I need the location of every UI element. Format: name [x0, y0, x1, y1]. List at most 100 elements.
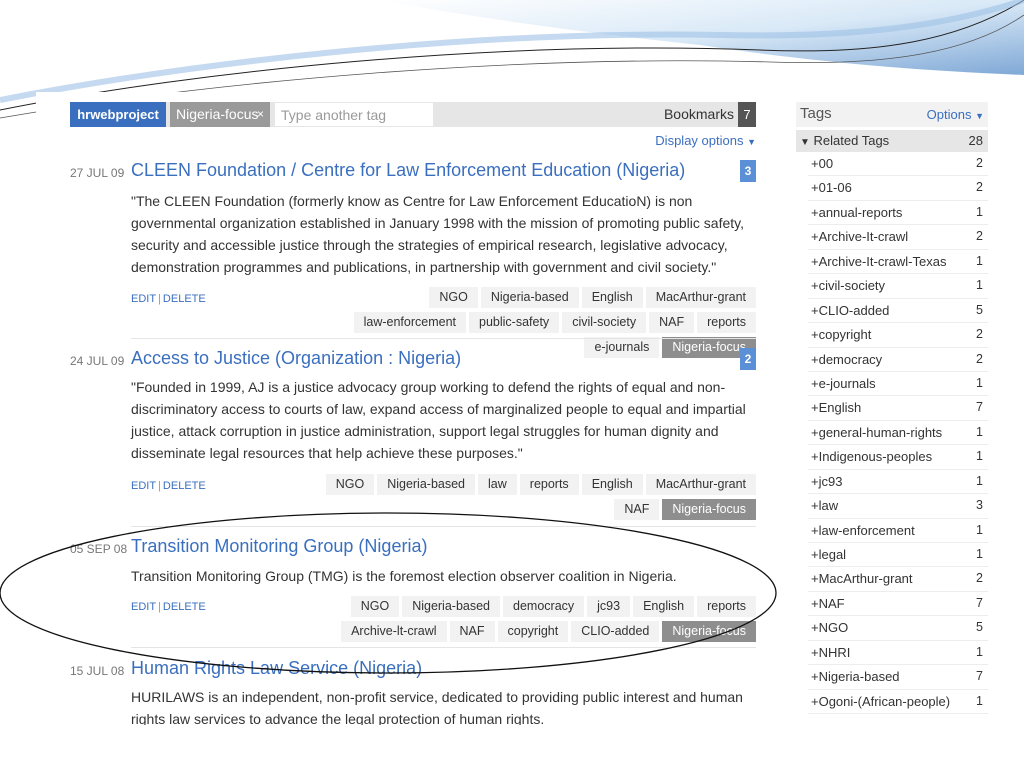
tag-chip[interactable]: NGO: [325, 474, 375, 495]
tag-chip[interactable]: NAF: [614, 499, 660, 520]
post-saves-count[interactable]: 3: [740, 160, 756, 182]
tag-chip[interactable]: copyright: [497, 621, 569, 642]
related-tag-item[interactable]: +Nigeria-based 7: [808, 665, 988, 690]
post-saves-count[interactable]: 2: [740, 348, 756, 370]
plus-icon: +: [811, 375, 819, 391]
post-divider: [131, 526, 756, 527]
related-tag-label: 00: [818, 156, 834, 171]
post-title-link[interactable]: Human Rights Law Service (Nigeria): [131, 658, 422, 679]
related-tag-name: +English: [811, 400, 861, 415]
related-tag-count: 2: [976, 351, 983, 366]
post-title-link[interactable]: Access to Justice (Organization : Nigeri…: [131, 348, 461, 369]
related-tag-item[interactable]: +00 2: [808, 152, 988, 177]
related-tags-header[interactable]: ▼ Related Tags 28: [796, 130, 988, 152]
related-tag-item[interactable]: +civil-society 1: [808, 274, 988, 299]
user-crumb[interactable]: hrwebproject: [70, 102, 166, 127]
related-tag-count: 1: [976, 547, 983, 561]
delete-link[interactable]: DELETE: [163, 480, 206, 492]
related-tag-name: +Nigeria-based: [811, 669, 900, 684]
related-tag-item[interactable]: +general-human-rights 1: [808, 421, 988, 446]
tag-chip[interactable]: CLIO-added: [571, 621, 660, 642]
related-tag-count: 5: [976, 620, 983, 635]
tag-chip[interactable]: Nigeria-based: [402, 596, 501, 617]
related-tag-item[interactable]: +Archive-It-crawl-Texas 1: [808, 250, 988, 275]
tags-options-link[interactable]: Options ▼: [927, 107, 984, 122]
related-tag-item[interactable]: +law 3: [808, 494, 988, 519]
related-tag-item[interactable]: +copyright 2: [808, 323, 988, 348]
tag-chip[interactable]: reports: [697, 596, 756, 617]
related-tag-item[interactable]: +Archive-It-crawl 2: [808, 225, 988, 250]
tags-sidebar-header: Tags Options ▼: [796, 102, 988, 127]
related-tag-item[interactable]: +legal 1: [808, 543, 988, 568]
display-options-link[interactable]: Display options ▼: [655, 133, 756, 148]
tag-chip[interactable]: NAF: [449, 621, 495, 642]
tag-chip[interactable]: NAF: [649, 312, 695, 333]
related-tag-label: law: [818, 498, 839, 514]
post-description: "Founded in 1999, AJ is a justice advoca…: [131, 379, 746, 461]
related-tag-count: 1: [976, 644, 983, 659]
related-tag-item[interactable]: +democracy 2: [808, 348, 988, 372]
close-icon[interactable]: ×: [257, 102, 264, 127]
tag-chip-active[interactable]: Nigeria-focus: [662, 621, 756, 642]
related-tag-item[interactable]: +CLIO-added 5: [808, 299, 988, 324]
tag-chip[interactable]: democracy: [503, 596, 585, 617]
tag-chip[interactable]: MacArthur-grant: [645, 287, 756, 308]
related-tag-label: NGO: [818, 620, 849, 636]
bookmark-post-2: 24 JUL 09 Access to Justice (Organizatio…: [70, 348, 756, 528]
tag-chip[interactable]: Archive-lt-crawl: [341, 621, 447, 642]
tag-breadcrumb-bar: hrwebproject Nigeria-focus × Type anothe…: [70, 102, 756, 127]
plus-icon: +: [811, 669, 819, 685]
post-actions: EDIT | DELETE: [131, 480, 206, 492]
post-title-link[interactable]: CLEEN Foundation / Centre for Law Enforc…: [131, 160, 685, 181]
plus-icon: +: [811, 449, 819, 465]
edit-link[interactable]: EDIT: [131, 293, 156, 305]
active-tag-crumb[interactable]: Nigeria-focus ×: [170, 102, 270, 127]
tag-chip[interactable]: civil-society: [562, 312, 647, 333]
post-actions: EDIT | DELETE: [131, 601, 206, 613]
plus-icon: +: [811, 620, 819, 636]
plus-icon: +: [811, 644, 819, 660]
related-tag-item[interactable]: +annual-reports 1: [808, 201, 988, 226]
delete-link[interactable]: DELETE: [163, 293, 206, 305]
display-options-label: Display options: [655, 133, 744, 148]
related-tag-item[interactable]: +e-journals 1: [808, 372, 988, 397]
post-actions: EDIT | DELETE: [131, 293, 206, 305]
tag-chip[interactable]: NGO: [350, 596, 400, 617]
plus-icon: +: [811, 571, 819, 587]
related-tag-item[interactable]: +law-enforcement 1: [808, 519, 988, 543]
plus-icon: +: [811, 278, 819, 294]
related-tag-item[interactable]: +NHRI 1: [808, 641, 988, 666]
tag-chip[interactable]: public-safety: [469, 312, 560, 333]
related-tag-name: +Archive-It-crawl-Texas: [811, 254, 946, 269]
related-tag-name: +NHRI: [811, 645, 850, 660]
tag-chip[interactable]: law: [478, 474, 517, 495]
tag-chip[interactable]: English: [633, 596, 695, 617]
related-tag-item[interactable]: +01-06 2: [808, 176, 988, 201]
tag-chip[interactable]: English: [581, 474, 643, 495]
related-tag-item[interactable]: +MacArthur-grant 2: [808, 567, 988, 592]
tag-chip[interactable]: Nigeria-based: [377, 474, 476, 495]
delete-link[interactable]: DELETE: [163, 601, 206, 613]
tag-chip[interactable]: Nigeria-based: [480, 287, 579, 308]
post-title-link[interactable]: Transition Monitoring Group (Nigeria): [131, 536, 427, 557]
related-tag-item[interactable]: +NAF 7: [808, 592, 988, 617]
related-tag-item[interactable]: +jc93 1: [808, 470, 988, 495]
tag-chip[interactable]: reports: [697, 312, 756, 333]
related-tag-item[interactable]: +NGO 5: [808, 616, 988, 641]
tag-input[interactable]: Type another tag: [274, 102, 434, 127]
tag-chip[interactable]: reports: [519, 474, 579, 495]
related-tag-item[interactable]: +English 7: [808, 396, 988, 421]
tag-chip-active[interactable]: Nigeria-focus: [662, 499, 756, 520]
edit-link[interactable]: EDIT: [131, 480, 156, 492]
related-tag-name: +00: [811, 156, 833, 171]
tag-chip[interactable]: MacArthur-grant: [645, 474, 756, 495]
related-tag-label: Ogoni-(African-people): [818, 693, 951, 709]
tag-chip[interactable]: NGO: [429, 287, 478, 308]
related-tag-count: 3: [976, 498, 983, 513]
tag-chip[interactable]: English: [581, 287, 643, 308]
related-tag-item[interactable]: +Indigenous-peoples 1: [808, 445, 988, 470]
edit-link[interactable]: EDIT: [131, 601, 156, 613]
tag-chip[interactable]: jc93: [587, 596, 631, 617]
related-tag-item[interactable]: +Ogoni-(African-people) 1: [808, 690, 988, 715]
tag-chip[interactable]: law-enforcement: [353, 312, 466, 333]
